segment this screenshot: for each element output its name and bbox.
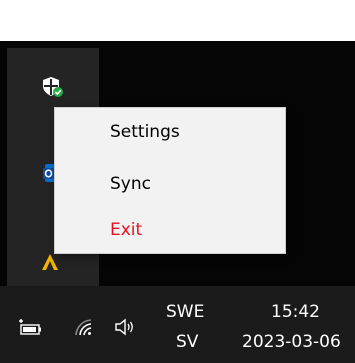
clock-time[interactable]: 15:42: [271, 302, 320, 322]
menu-item-sync[interactable]: Sync: [110, 174, 151, 194]
taskbar: SWE SV 15:42 2023-03-06: [0, 286, 355, 363]
language-indicator-top[interactable]: SWE: [166, 302, 204, 322]
yellow-app-icon[interactable]: [39, 250, 61, 272]
menu-item-settings[interactable]: Settings: [110, 122, 180, 142]
menu-item-exit[interactable]: Exit: [110, 220, 142, 240]
clock-date[interactable]: 2023-03-06: [242, 332, 341, 352]
speaker-icon[interactable]: [113, 316, 135, 338]
context-menu: Settings Sync Exit: [55, 108, 285, 253]
battery-icon[interactable]: [18, 316, 44, 338]
wifi-icon[interactable]: [72, 316, 94, 338]
screen: Settings Sync Exit SWE SV 15:42 2023-03-…: [0, 0, 355, 363]
language-indicator-bottom[interactable]: SV: [176, 332, 198, 352]
defender-shield-icon[interactable]: [42, 76, 64, 98]
